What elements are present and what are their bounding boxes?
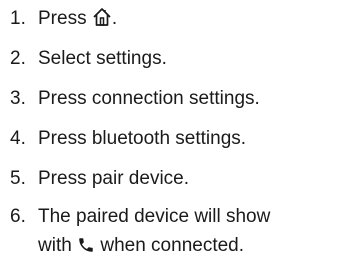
step-text-part: Press	[38, 8, 92, 29]
step-text-part: when connected.	[95, 235, 245, 256]
step-number: 4.	[10, 128, 26, 149]
step-2: 2. Select settings.	[0, 44, 338, 73]
step-4: 4. Press bluetooth settings.	[0, 124, 338, 153]
step-3: 3. Press connection settings.	[0, 84, 338, 113]
step-text: The paired device will show with when con…	[38, 202, 338, 260]
step-text-line: The paired device will show	[38, 206, 271, 227]
step-text: Press connection settings.	[38, 88, 260, 109]
step-6: 6. The paired device will show with when …	[0, 202, 338, 260]
step-5: 5. Press pair device.	[0, 164, 338, 193]
step-text: Press .	[38, 4, 338, 33]
step-text-part: with	[38, 235, 78, 256]
step-text: Press pair device.	[38, 168, 190, 189]
step-text: Select settings.	[38, 48, 167, 69]
step-number: 5.	[10, 168, 26, 189]
step-number: 2.	[10, 48, 26, 69]
step-number: 3.	[10, 88, 26, 109]
step-text: Press bluetooth settings.	[38, 128, 247, 149]
step-number: 6.	[10, 206, 26, 227]
step-1: 1. Press .	[0, 4, 338, 33]
step-text-part: .	[111, 8, 118, 29]
home-icon	[93, 8, 111, 26]
phone-icon	[79, 238, 93, 252]
step-number: 1.	[10, 8, 26, 29]
